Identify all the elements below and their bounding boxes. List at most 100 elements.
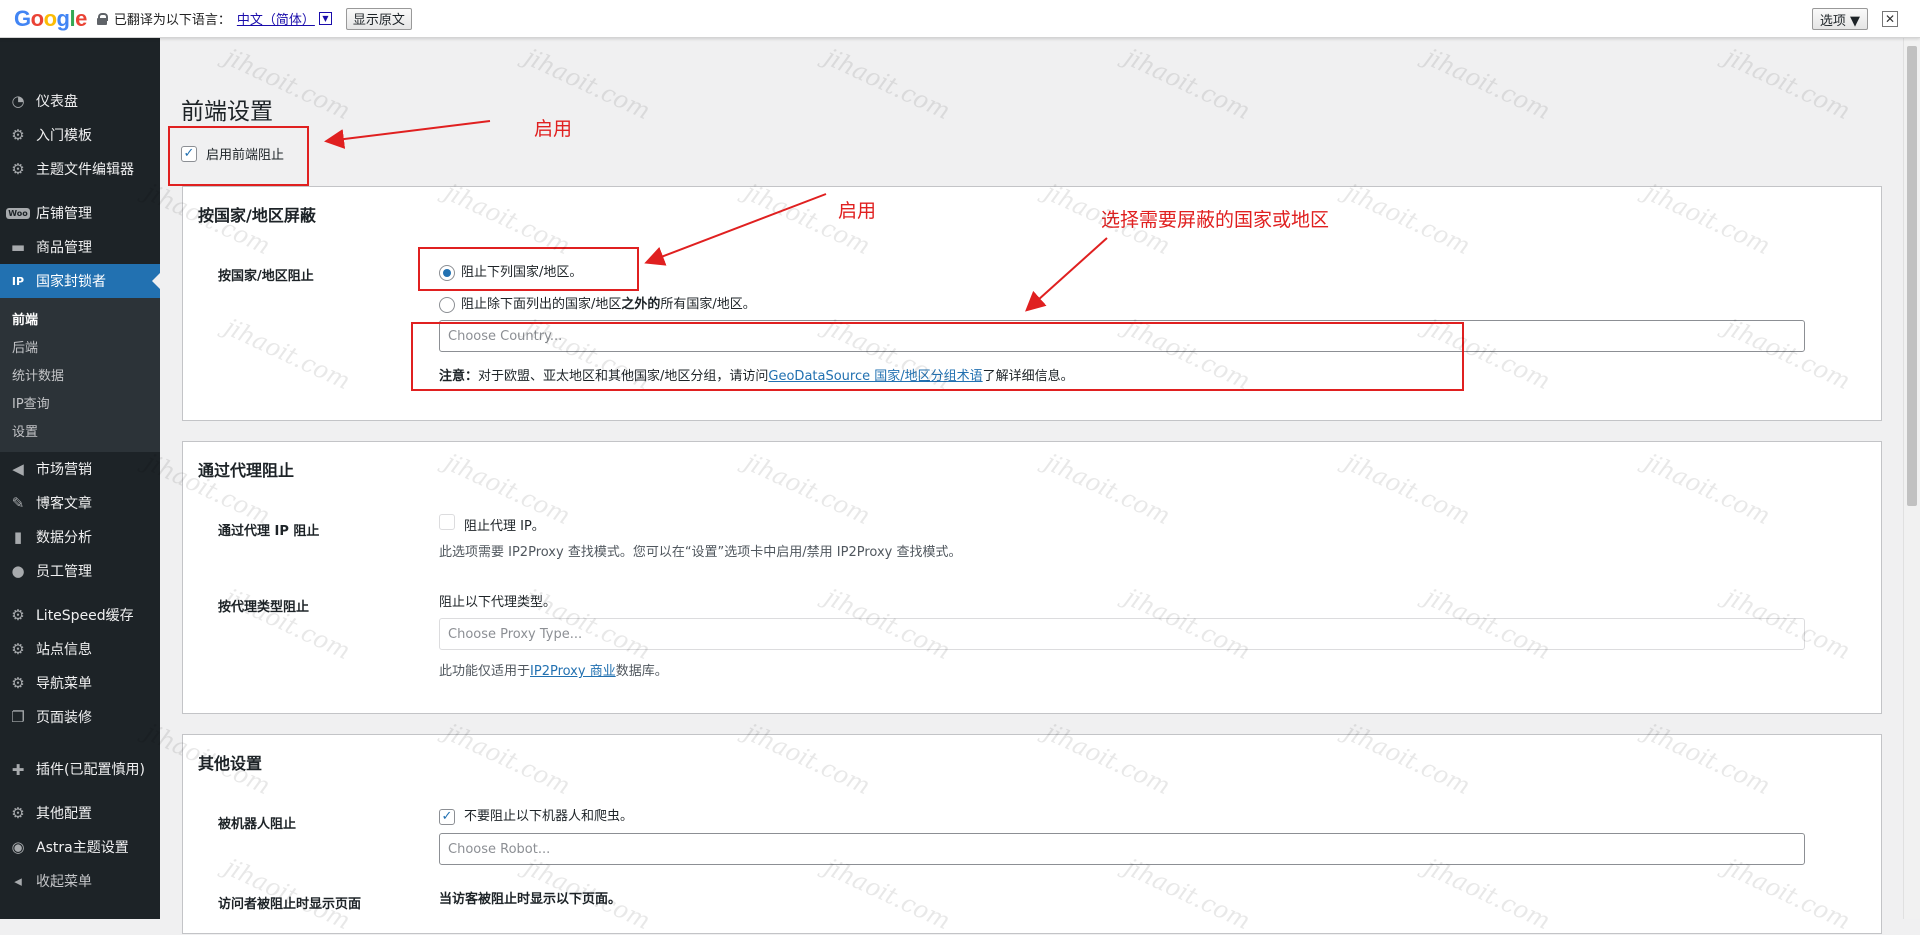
proxy-type-text: 阻止以下代理类型。	[439, 595, 557, 610]
language-dropdown-icon[interactable]: ▼	[318, 12, 332, 25]
sidebar-item-products[interactable]: ▬ 商品管理	[0, 230, 160, 264]
sidebar-item-label: 页面装修	[36, 710, 92, 726]
bar-chart-icon: ▮	[13, 528, 23, 546]
sidebar-item-users[interactable]: ● 员工管理	[0, 554, 160, 588]
blocked-page-row-label: 访问者被阻止时显示页面	[218, 897, 362, 912]
sidebar-item-label: 插件(已配置慎用)	[36, 761, 145, 778]
page-scrollbar[interactable]	[1903, 38, 1920, 919]
user-icon: ●	[11, 562, 25, 580]
collapse-icon: ◂	[14, 872, 22, 890]
proxy-desc-pre: 此功能仅适用于	[439, 664, 531, 679]
sidebar-item-store[interactable]: Woo 店铺管理	[0, 196, 160, 230]
dashboard-icon: ◔	[11, 92, 25, 110]
sidebar-item-collapse[interactable]: ◂ 收起菜单	[0, 864, 160, 898]
translate-bar: Google 已翻译为以下语言： 中文（简体） ▼ 显示原文 选项 ▼ ✕	[0, 0, 1920, 38]
gear-icon: ⚙	[11, 126, 25, 144]
sidebar-item-label: 员工管理	[36, 564, 92, 580]
pages-icon: ❐	[11, 708, 25, 726]
robot-checkbox[interactable]: ✓	[439, 808, 455, 825]
gear-icon: ⚙	[11, 674, 25, 692]
sidebar-item-label: 收起菜单	[36, 874, 92, 890]
robot-label: 不要阻止以下机器人和爬虫。	[464, 809, 634, 824]
proxy-ip-desc: 此选项需要 IP2Proxy 查找模式。您可以在“设置”选项卡中启用/禁用 IP…	[439, 545, 962, 560]
options-button[interactable]: 选项 ▼	[1811, 8, 1868, 30]
sidebar-item-posts[interactable]: ✎ 博客文章	[0, 486, 160, 520]
sidebar-item-theme-editor[interactable]: ⚙ 主题文件编辑器	[0, 152, 160, 186]
sidebar-item-label: 商品管理	[36, 240, 92, 256]
country-row-label: 按国家/地区阻止	[218, 269, 314, 284]
sidebar-item-site-info[interactable]: ⚙ 站点信息	[0, 632, 160, 666]
annotation-box-country	[411, 322, 1464, 391]
submenu-backend[interactable]: 后端	[0, 332, 160, 360]
radio-block-except-tail: 所有国家/地区。	[660, 297, 756, 312]
language-link[interactable]: 中文（简体）	[237, 9, 315, 28]
sidebar-item-label: 市场营销	[36, 462, 92, 478]
sidebar-item-starter-templates[interactable]: ⚙ 入门模板	[0, 118, 160, 152]
sidebar-item-label: 入门模板	[36, 128, 92, 144]
submenu-frontend[interactable]: 前端	[0, 304, 160, 332]
proxy-block-card: 通过代理阻止 通过代理 IP 阻止 阻止代理 IP。 此选项需要 IP2Prox…	[182, 441, 1882, 714]
sidebar-item-nav-menu[interactable]: ⚙ 导航菜单	[0, 666, 160, 700]
block-proxy-ip-checkbox[interactable]	[439, 514, 455, 530]
other-section-title: 其他设置	[198, 754, 263, 773]
astra-icon: ◉	[11, 838, 25, 856]
sidebar-item-dashboard[interactable]: ◔ 仪表盘	[0, 84, 160, 118]
proxy-type-select-input[interactable]: Choose Proxy Type...	[439, 618, 1805, 650]
submenu-statistics[interactable]: 统计数据	[0, 360, 160, 388]
admin-sidebar: ◔ 仪表盘 ⚙ 入门模板 ⚙ 主题文件编辑器 Woo 店铺管理 ▬ 商品管理 I…	[0, 38, 160, 919]
gear-icon: ⚙	[11, 160, 25, 178]
main-content: 前端设置 ✓ 启用前端阻止 按国家/地区屏蔽 按国家/地区阻止 阻止下列国家/地…	[160, 38, 1903, 934]
sidebar-item-plugins[interactable]: ✚ 插件(已配置慎用)	[0, 744, 160, 796]
proxy-type-desc: 此功能仅适用于IP2Proxy 商业数据库。	[439, 660, 668, 679]
sidebar-item-label: 其他配置	[36, 806, 92, 822]
submenu-settings[interactable]: 设置	[0, 416, 160, 444]
annotation-box-radio	[418, 247, 639, 291]
sidebar-item-label: 导航菜单	[36, 676, 92, 692]
gear-icon: ⚙	[11, 804, 25, 822]
sidebar-item-astra[interactable]: ◉ Astra主题设置	[0, 830, 160, 864]
proxy-type-row-label: 按代理类型阻止	[218, 600, 310, 615]
proxy-ip-row-label: 通过代理 IP 阻止	[218, 524, 320, 539]
other-settings-card: 其他设置 被机器人阻止 ✓ 不要阻止以下机器人和爬虫。 Choose Robot.…	[182, 734, 1882, 934]
sidebar-item-other-config[interactable]: ⚙ 其他配置	[0, 796, 160, 830]
radio-block-except-bold: 之外的	[621, 297, 661, 312]
submenu-ip-lookup[interactable]: IP查询	[0, 388, 160, 416]
radio-block-except-label: 阻止除下面列出的国家/地区	[461, 297, 622, 312]
ip-icon: IP	[11, 274, 25, 288]
radio-block-except[interactable]: 阻止除下面列出的国家/地区之外的所有国家/地区。	[439, 293, 756, 313]
plugin-icon: ✚	[11, 761, 25, 779]
show-original-button[interactable]: 显示原文	[345, 7, 412, 30]
robot-select-input[interactable]: Choose Robot...	[439, 833, 1805, 865]
sidebar-item-label: 主题文件编辑器	[36, 162, 134, 178]
ip2proxy-link[interactable]: IP2Proxy 商业	[530, 664, 616, 679]
robot-row-label: 被机器人阻止	[218, 817, 297, 832]
sidebar-item-country-blocker[interactable]: IP 国家封锁者	[0, 264, 160, 298]
sidebar-item-label: 仪表盘	[36, 94, 78, 110]
blocked-page-text: 当访客被阻止时显示以下页面。	[439, 892, 622, 907]
box-icon: ▬	[10, 238, 26, 256]
sidebar-item-label: Astra主题设置	[36, 840, 129, 856]
proxy-desc-post: 数据库。	[615, 664, 668, 679]
lock-icon	[96, 12, 108, 25]
country-blocker-submenu: 前端 后端 统计数据 IP查询 设置	[0, 298, 160, 452]
close-translate-button[interactable]: ✕	[1882, 11, 1898, 27]
sidebar-item-litespeed[interactable]: ⚙ LiteSpeed缓存	[0, 598, 160, 632]
annotation-enable-1: 启用	[534, 118, 573, 140]
google-logo: Google	[14, 5, 87, 31]
megaphone-icon: ◀	[12, 460, 24, 478]
sidebar-item-label: 店铺管理	[36, 206, 92, 222]
sidebar-item-pages[interactable]: ❐ 页面装修	[0, 700, 160, 734]
country-section-title: 按国家/地区屏蔽	[198, 206, 316, 225]
radio-block-except-input[interactable]	[439, 296, 455, 313]
sidebar-item-marketing[interactable]: ◀ 市场营销	[0, 452, 160, 486]
annotation-select-country: 选择需要屏蔽的国家或地区	[1101, 209, 1330, 231]
sidebar-item-label: 数据分析	[36, 530, 92, 546]
sidebar-item-label: LiteSpeed缓存	[36, 608, 134, 624]
robot-option[interactable]: ✓ 不要阻止以下机器人和爬虫。	[439, 805, 633, 825]
annotation-box-enable	[168, 126, 309, 186]
scrollbar-thumb[interactable]	[1907, 46, 1917, 506]
block-proxy-ip-option[interactable]: 阻止代理 IP。	[439, 514, 545, 534]
sidebar-item-label: 博客文章	[36, 496, 92, 512]
proxy-section-title: 通过代理阻止	[198, 461, 295, 480]
sidebar-item-analytics[interactable]: ▮ 数据分析	[0, 520, 160, 554]
